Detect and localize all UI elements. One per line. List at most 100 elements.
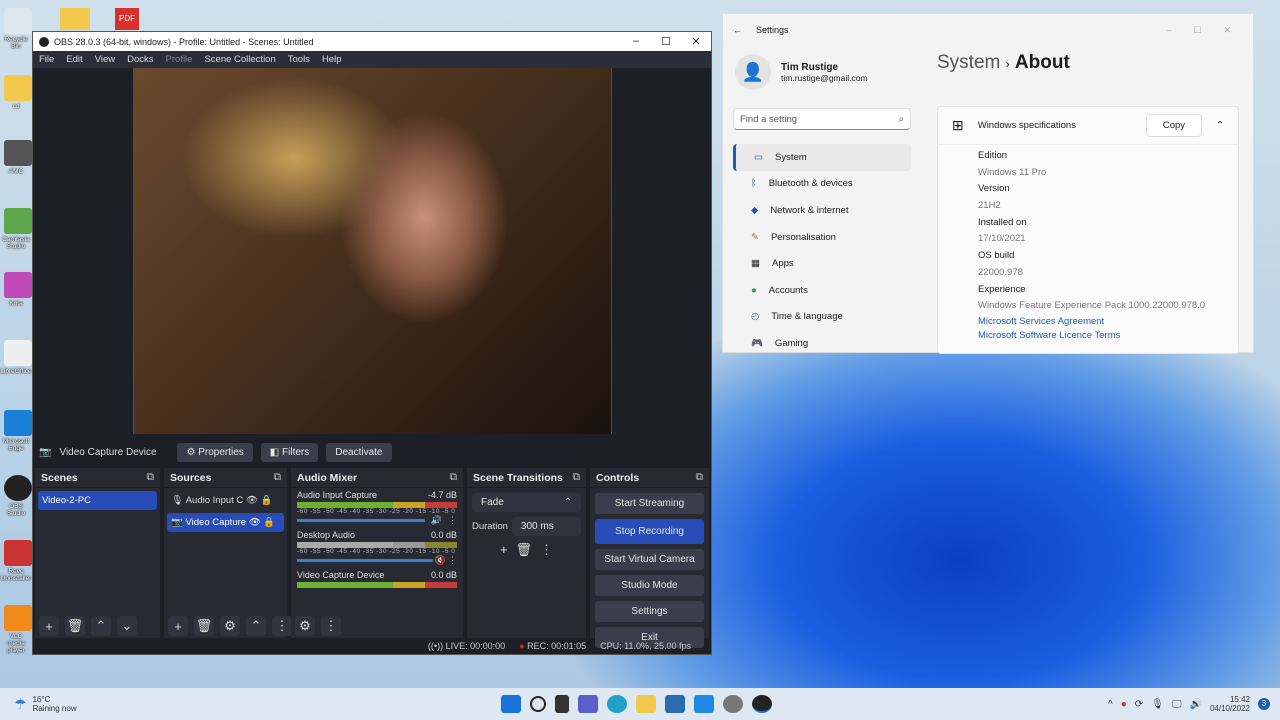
nav-network[interactable]: ◆ Network & internet [733, 197, 911, 224]
notification-badge[interactable]: 3 [1258, 698, 1270, 710]
edge-icon[interactable] [606, 695, 627, 713]
nav-personalisation[interactable]: ✎ Personalisation [733, 224, 911, 251]
desktop-icon-label[interactable]: AMC [0, 168, 32, 175]
nav-accounts[interactable]: ● Accounts [733, 277, 911, 304]
obs-taskbar-icon[interactable] [751, 695, 772, 713]
recycle-bin-icon[interactable] [4, 8, 32, 34]
undock-icon[interactable]: ⧉ [696, 471, 704, 484]
menu-file[interactable]: File [33, 54, 60, 65]
menu-edit[interactable]: Edit [60, 54, 88, 65]
desktop-icon-label[interactable]: Krita [0, 300, 32, 307]
libreoffice-icon[interactable] [4, 340, 32, 366]
lock-icon[interactable]: 🔒 [261, 495, 273, 506]
teams-chat-icon[interactable] [577, 695, 598, 713]
desktop-icon-label[interactable]: Camtasia Studio [0, 236, 32, 250]
search-input[interactable]: Find a setting ⌕ [733, 108, 911, 130]
desktop-icon-label[interactable]: Recycle Bin [0, 36, 32, 50]
start-icon[interactable] [500, 695, 521, 713]
nav-gaming[interactable]: 🎮 Gaming [733, 330, 911, 357]
source-properties-button[interactable]: ⚙ [220, 616, 240, 636]
remove-source-button[interactable]: 🗑 [194, 616, 214, 636]
start-streaming-button[interactable]: Start Streaming [595, 493, 704, 514]
undock-icon[interactable]: ⧉ [274, 471, 282, 484]
deactivate-button[interactable]: Deactivate [326, 442, 392, 462]
microphone-icon[interactable]: 🎙 [1151, 699, 1164, 710]
eye-icon[interactable]: 👁 [246, 495, 258, 506]
preview-area[interactable] [33, 68, 711, 434]
settings-button[interactable]: Settings [595, 601, 704, 622]
maximize-button[interactable]: ☐ [651, 35, 681, 48]
desktop-icon-label[interactable]: OBS Studio [0, 503, 32, 517]
obs-icon[interactable] [4, 475, 32, 501]
settings-gear-icon[interactable] [722, 695, 743, 713]
muted-speaker-icon[interactable]: 🔇 [435, 555, 446, 566]
properties-button[interactable]: ⚙ Properties [177, 442, 253, 462]
volume-slider[interactable] [297, 559, 433, 562]
undock-icon[interactable]: ⧉ [147, 471, 155, 484]
search-icon[interactable] [529, 696, 546, 712]
more-icon[interactable]: ⋮ [448, 555, 457, 566]
store-icon[interactable] [664, 695, 685, 713]
amc-icon[interactable] [4, 140, 32, 166]
more-icon[interactable]: ⋮ [321, 616, 341, 636]
chevron-up-icon[interactable]: ⌃ [1216, 120, 1224, 131]
minimize-button[interactable]: – [621, 35, 651, 48]
desktop-icon-label[interactable]: LibreOffice [0, 368, 32, 375]
tray-icon[interactable]: ● [1121, 699, 1127, 710]
studio-mode-button[interactable]: Studio Mode [595, 575, 704, 596]
volume-slider[interactable] [297, 519, 425, 522]
duration-input[interactable]: 300 ms [511, 517, 581, 536]
advanced-audio-button[interactable]: ⚙ [295, 616, 315, 636]
file-explorer-icon[interactable] [635, 695, 656, 713]
nav-time-language[interactable]: ◴ Time & language [733, 304, 911, 331]
video-capture-preview[interactable] [133, 68, 612, 434]
undock-icon[interactable]: ⧉ [573, 471, 581, 484]
remove-scene-button[interactable]: 🗑 [65, 616, 85, 636]
camtasia-icon[interactable] [4, 208, 32, 234]
start-virtual-camera-button[interactable]: Start Virtual Camera [595, 549, 704, 570]
desktop-icon-label[interactable]: Microsoft Edge [0, 438, 32, 452]
add-transition-button[interactable]: + [500, 542, 508, 558]
desktop-icon-label[interactable]: cd [0, 103, 32, 110]
remove-transition-button[interactable]: 🗑 [516, 542, 533, 558]
revo-icon[interactable] [4, 540, 32, 566]
chevron-up-icon[interactable]: ^ [1108, 699, 1113, 710]
nav-bluetooth[interactable]: ᛒ Bluetooth & devices [733, 171, 911, 198]
move-down-button[interactable]: ⌄ [117, 616, 137, 636]
back-arrow-icon[interactable]: ← [733, 25, 742, 35]
transition-select[interactable]: Fade ⌃ [472, 493, 581, 512]
licence-terms-link[interactable]: Microsoft Software Licence Terms [978, 329, 1238, 343]
menu-tools[interactable]: Tools [282, 54, 316, 65]
lock-icon[interactable]: 🔒 [263, 517, 275, 528]
move-up-button[interactable]: ⌃ [91, 616, 111, 636]
menu-profile[interactable]: Profile [160, 54, 199, 65]
weather-widget[interactable]: ☂ 16°C Raining now [0, 695, 490, 713]
network-icon[interactable]: 🖵 [1172, 699, 1182, 710]
vlc-icon[interactable] [4, 605, 32, 631]
pdf-icon[interactable]: PDF [115, 8, 139, 30]
task-view-icon[interactable] [554, 695, 569, 713]
add-scene-button[interactable]: + [39, 616, 59, 636]
menu-scene-collection[interactable]: Scene Collection [198, 54, 281, 65]
undock-icon[interactable]: ⧉ [450, 471, 458, 484]
filters-button[interactable]: ◧ Filters [260, 442, 319, 462]
nav-system[interactable]: ▭ System [733, 144, 911, 171]
more-icon[interactable]: ⋮ [540, 542, 553, 558]
more-icon[interactable]: ⋮ [272, 616, 292, 636]
clock[interactable]: 15:42 04/10/2022 [1210, 695, 1250, 713]
stop-recording-button[interactable]: Stop Recording [595, 519, 704, 544]
services-agreement-link[interactable]: Microsoft Services Agreement [978, 315, 1238, 329]
window-controls[interactable]: –☐✕ [1166, 25, 1253, 36]
more-icon[interactable]: ⋮ [448, 515, 457, 526]
desktop-icon-label[interactable]: Revo Uninstaller [0, 568, 32, 582]
mail-icon[interactable] [693, 695, 714, 713]
source-item[interactable]: 🎙 Audio Input C 👁 🔒 [167, 491, 284, 510]
obs-title-bar[interactable]: OBS 28.0.3 (64-bit, windows) - Profile: … [33, 32, 711, 51]
desktop-icon-label[interactable]: VLC media player [0, 633, 32, 654]
edge-icon[interactable] [4, 410, 32, 436]
folder-icon[interactable] [4, 75, 32, 101]
copy-button[interactable]: Copy [1145, 114, 1203, 137]
folder-icon[interactable] [60, 8, 90, 30]
krita-icon[interactable] [4, 272, 32, 298]
menu-docks[interactable]: Docks [121, 54, 159, 65]
